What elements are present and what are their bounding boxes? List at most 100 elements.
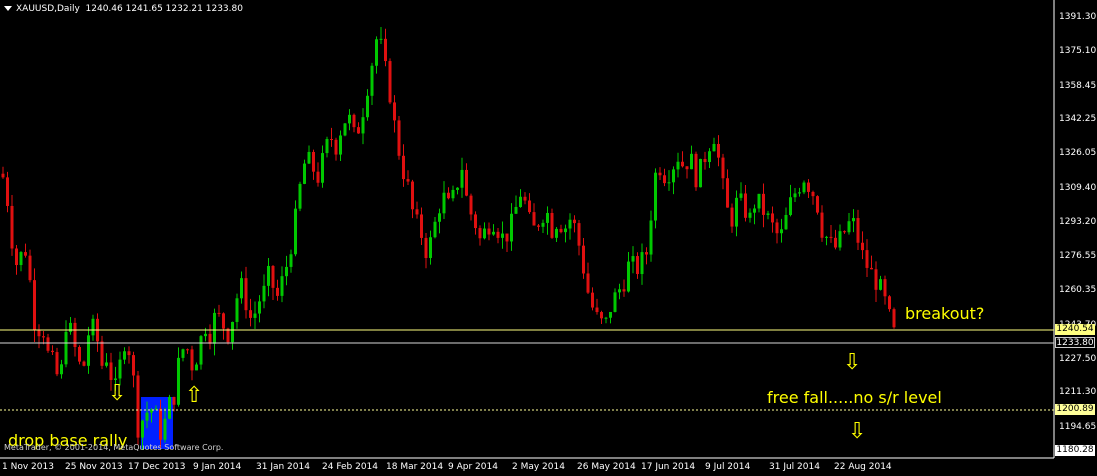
time-tick-label: 18 Mar 2014: [386, 462, 444, 472]
candle-body: [744, 193, 747, 218]
candle-body: [276, 287, 279, 296]
candle-body: [825, 236, 828, 238]
candle-body: [267, 265, 270, 286]
candle-body: [888, 296, 891, 310]
time-tick-label: 9 Jul 2014: [705, 462, 751, 472]
candle-body: [289, 254, 293, 267]
candle-body: [352, 114, 356, 128]
bottom-price-box: 1180.28: [1055, 445, 1095, 456]
candle-body: [658, 172, 662, 176]
candle-body: [649, 220, 653, 255]
dropdown-triangle-icon[interactable]: [4, 6, 12, 11]
candle-body: [217, 312, 221, 314]
candle-body: [375, 39, 378, 66]
candle-body: [244, 278, 248, 311]
candle-body: [748, 212, 752, 218]
candle-body: [186, 349, 189, 351]
candle-body: [456, 187, 459, 190]
candle-body: [510, 213, 513, 242]
candle-body: [807, 182, 810, 192]
candle-body: [703, 158, 707, 163]
candle-body: [555, 228, 558, 238]
time-tick-label: 2 May 2014: [512, 462, 565, 472]
candle-body: [262, 285, 266, 302]
candle-body: [622, 289, 626, 292]
candle-body: [145, 412, 149, 421]
candle-body: [631, 256, 635, 262]
candle-body: [204, 333, 207, 337]
candle-body: [51, 350, 54, 353]
level-price-box: 1240.54: [1055, 324, 1095, 335]
candle-body: [726, 178, 729, 208]
candle-body: [433, 221, 437, 238]
candle-body: [757, 193, 761, 209]
time-tick-label: 17 Jun 2014: [641, 462, 696, 472]
candle-body: [384, 38, 387, 62]
candle-body: [447, 192, 450, 199]
candle-body: [163, 418, 167, 440]
price-tick-label: 1211.30: [1059, 387, 1097, 398]
candle-body: [271, 265, 275, 288]
time-tick-label: 22 Aug 2014: [834, 462, 892, 472]
candle-body: [69, 322, 72, 332]
free-fall-annotation: free fall.....no s/r level: [767, 388, 942, 407]
candle-body: [627, 261, 630, 292]
price-tick-label: 1375.10: [1059, 45, 1097, 56]
candle-body: [519, 196, 522, 207]
candle-body: [537, 225, 540, 227]
candle-body: [406, 179, 410, 182]
candle-body: [451, 189, 455, 199]
candle-body: [114, 378, 117, 380]
candle-body: [388, 61, 392, 103]
candle-body: [505, 233, 509, 242]
candle-body: [573, 219, 576, 224]
candle-body: [397, 120, 401, 156]
candle-body: [501, 233, 504, 238]
candle-body: [834, 237, 837, 248]
candle-body: [10, 205, 14, 249]
candle-body: [240, 278, 243, 299]
candle-body: [870, 267, 873, 270]
candle-body: [802, 182, 806, 193]
price-tick-label: 1260.35: [1059, 285, 1097, 296]
candle-body: [595, 307, 599, 313]
candle-body: [496, 231, 500, 238]
candle-body: [55, 352, 59, 375]
candle-body: [42, 336, 45, 338]
candle-body: [690, 153, 693, 170]
candle-body: [379, 38, 383, 40]
candle-body: [753, 208, 756, 213]
candle-body: [258, 301, 261, 314]
candle-body: [829, 236, 833, 238]
candle-body: [348, 114, 351, 124]
candle-body: [487, 228, 491, 235]
candle-body: [546, 212, 549, 223]
candle-body: [91, 318, 95, 336]
candle-body: [222, 313, 225, 329]
candle-body: [883, 279, 887, 297]
candle-body: [793, 193, 797, 198]
candle-body: [762, 193, 765, 215]
candle-body: [33, 280, 36, 330]
candle-body: [118, 359, 122, 379]
candle-body: [721, 157, 725, 179]
candle-body: [19, 252, 23, 266]
candle-body: [334, 139, 338, 155]
candle-body: [879, 279, 882, 290]
candle-body: [325, 139, 329, 154]
candle-body: [492, 231, 495, 235]
candle-body: [469, 195, 473, 215]
candle-body: [226, 328, 230, 343]
candle-body: [775, 222, 779, 234]
candle-body: [100, 341, 104, 366]
candle-body: [582, 245, 585, 274]
candle-body: [87, 335, 90, 366]
candle-body: [82, 361, 86, 366]
candle-body: [460, 169, 464, 188]
price-tick-label: 1326.05: [1059, 148, 1097, 159]
candle-body: [712, 143, 716, 152]
candle-body: [249, 310, 252, 318]
candle-body: [127, 351, 131, 356]
candle-body: [330, 139, 333, 141]
candle-body: [141, 420, 144, 438]
